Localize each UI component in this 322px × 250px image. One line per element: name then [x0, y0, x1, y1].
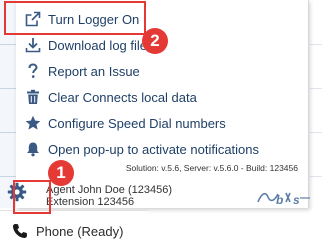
phone-status-label: Phone (Ready)	[36, 223, 124, 239]
menu-item-label: Download log file	[48, 37, 148, 53]
menu-item-speed-dial[interactable]: Configure Speed Dial numbers	[24, 112, 226, 134]
star-icon	[24, 114, 42, 132]
svg-text:s: s	[293, 193, 300, 207]
menu-item-clear-local-data[interactable]: Clear Connects local data	[24, 86, 197, 108]
annotation-badge-2: 2	[142, 28, 168, 54]
annotation-badge-1: 1	[48, 160, 74, 186]
background-divider	[310, 88, 322, 89]
question-icon	[24, 62, 42, 80]
menu-item-label: Configure Speed Dial numbers	[48, 115, 226, 131]
background-divider	[0, 88, 16, 89]
agent-name: Agent John Doe (123456)	[46, 184, 172, 196]
highlight-settings-gear	[13, 180, 51, 214]
menu-item-activate-notifications[interactable]: Open pop-up to activate notifications	[24, 138, 259, 160]
menu-item-label: Open pop-up to activate notifications	[48, 141, 260, 157]
menu-item-report-issue[interactable]: Report an Issue	[24, 60, 140, 82]
background-divider	[310, 132, 322, 133]
background-divider	[0, 132, 16, 133]
menu-item-label: Report an Issue	[48, 63, 140, 79]
background-divider	[310, 44, 322, 45]
background-divider	[310, 176, 322, 177]
download-icon	[24, 36, 42, 54]
phone-icon	[12, 223, 28, 239]
menu-item-download-log[interactable]: Download log file	[24, 34, 147, 56]
menu-item-label: Clear Connects local data	[48, 89, 197, 105]
bell-icon	[24, 140, 42, 158]
svg-text:b: b	[276, 193, 283, 207]
highlight-turn-logger-on	[4, 1, 146, 35]
phone-status-button[interactable]: Phone (Ready)	[0, 210, 148, 250]
brand-logo: b s	[256, 186, 312, 208]
background-divider	[0, 176, 16, 177]
app-screen: Turn Logger On Download log file Report …	[0, 0, 322, 250]
agent-extension: Extension 123456	[46, 196, 135, 208]
background-divider	[0, 44, 16, 45]
version-info: Solution: v.5.6, Server: v.5.6.0 - Build…	[125, 163, 298, 173]
agent-info: Agent John Doe (123456) Extension 123456	[46, 184, 172, 208]
background-panel	[308, 0, 322, 250]
trash-icon	[24, 88, 42, 106]
